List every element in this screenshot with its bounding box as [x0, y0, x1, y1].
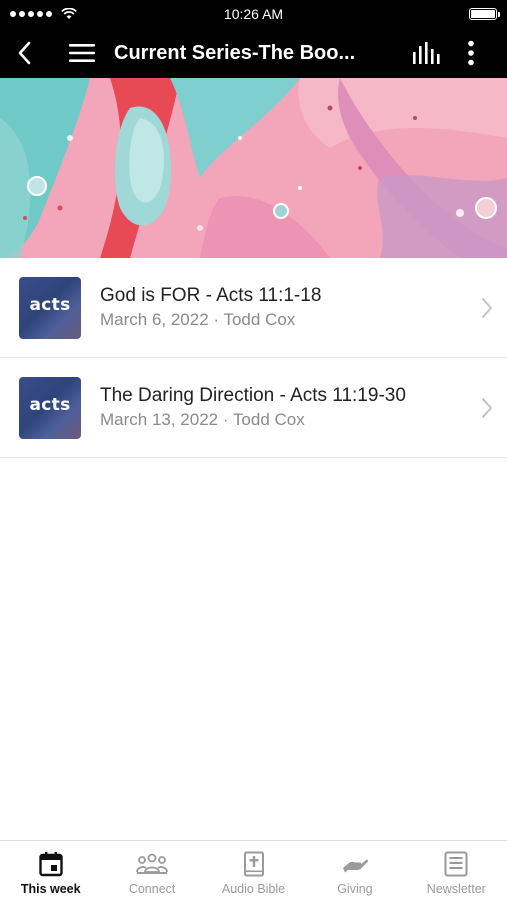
menu-button[interactable] — [62, 28, 102, 78]
page-title: Current Series-The Boo... — [114, 41, 356, 64]
battery-icon — [469, 8, 500, 20]
tab-label: Newsletter — [426, 882, 486, 896]
back-button[interactable] — [18, 28, 62, 78]
status-time: 10:26 AM — [223, 6, 284, 22]
status-bar: 10:26 AM — [0, 0, 507, 28]
calendar-icon — [39, 850, 63, 878]
tab-newsletter[interactable]: Newsletter — [406, 841, 507, 900]
sermon-meta: March 6, 2022 · Todd Cox — [100, 310, 296, 329]
tab-giving[interactable]: Giving — [304, 841, 405, 900]
tab-label: Audio Bible — [221, 882, 286, 896]
bottom-tab-bar: This week Connect Audio Bible Giving New… — [0, 840, 507, 900]
list-item[interactable]: acts The Daring Direction - Acts 11:19-3… — [0, 358, 507, 458]
tab-label: Giving — [337, 882, 373, 896]
sermon-list: acts God is FOR - Acts 11:1-18 March 6, … — [0, 258, 507, 458]
tab-label: Connect — [128, 882, 176, 896]
more-options-button[interactable] — [449, 28, 493, 78]
chevron-right-icon — [467, 397, 507, 419]
tab-audio-bible[interactable]: Audio Bible — [203, 841, 304, 900]
giving-hand-icon — [341, 850, 369, 878]
thumbnail-title: acts — [29, 394, 71, 415]
bible-icon — [243, 850, 265, 878]
tab-this-week[interactable]: This week — [0, 841, 101, 900]
thumbnail-title: acts — [29, 294, 71, 315]
sermon-title: The Daring Direction - Acts 11:19-30 — [100, 385, 406, 406]
people-icon — [136, 850, 169, 878]
nav-bar: Current Series-The Boo... — [0, 28, 507, 78]
chevron-right-icon — [467, 297, 507, 319]
list-item-text: The Daring Direction - Acts 11:19-30 Mar… — [100, 384, 467, 431]
sermon-meta: March 13, 2022 · Todd Cox — [100, 410, 305, 429]
sermon-thumbnail: acts — [19, 376, 81, 439]
series-banner-image — [0, 78, 507, 258]
sermon-thumbnail: acts — [19, 276, 81, 339]
audio-bars-icon — [413, 42, 440, 64]
list-item[interactable]: acts God is FOR - Acts 11:1-18 March 6, … — [0, 258, 507, 358]
tab-connect[interactable]: Connect — [101, 841, 202, 900]
hamburger-menu-icon — [69, 44, 95, 62]
newsletter-icon — [444, 850, 468, 878]
audio-button[interactable] — [405, 28, 449, 78]
list-item-text: God is FOR - Acts 11:1-18 March 6, 2022 … — [100, 284, 467, 331]
more-vertical-icon — [468, 40, 474, 66]
sermon-title: God is FOR - Acts 11:1-18 — [100, 285, 322, 306]
chevron-left-icon — [18, 41, 31, 65]
tab-label: This week — [20, 882, 81, 896]
